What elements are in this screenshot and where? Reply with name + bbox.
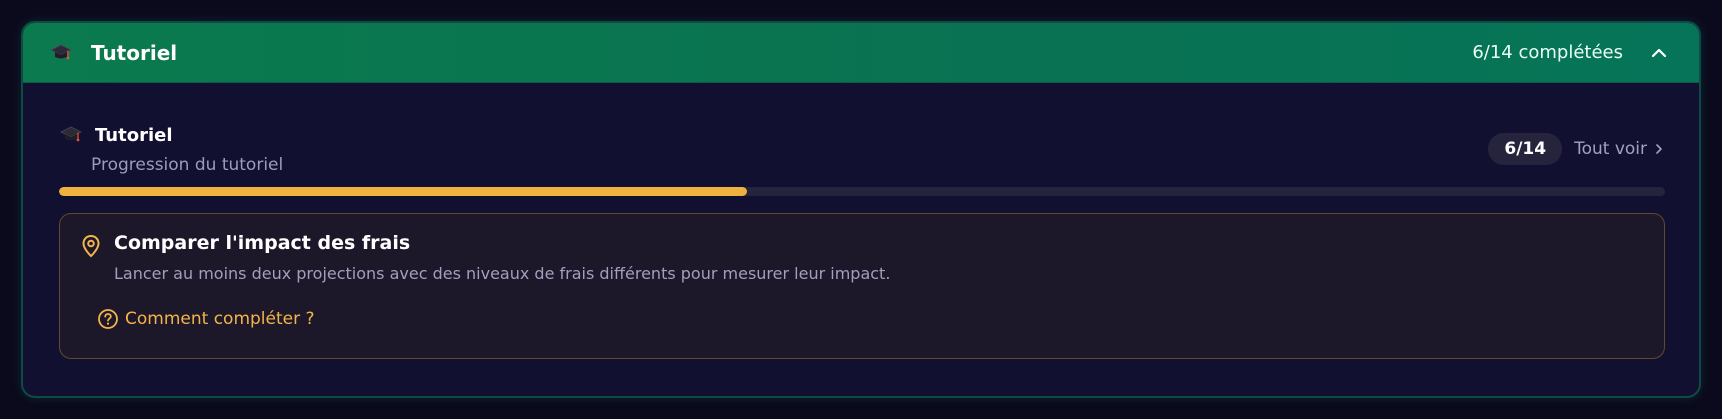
progress-bar [59,187,1665,196]
chevron-right-icon [1655,143,1663,155]
how-to-complete-label: Comment compléter ? [125,309,315,329]
chevron-up-icon[interactable] [1645,39,1673,67]
count-badge: 6/14 [1488,133,1563,165]
task-description: Lancer au moins deux projections avec de… [114,264,891,283]
graduation-cap-icon [59,123,83,147]
help-circle-icon [97,308,119,330]
how-to-complete-link[interactable]: Comment compléter ? [97,308,315,330]
tutorial-panel: Tutoriel 6/14 complétées Tutoriel Progre… [21,21,1701,398]
completed-count: 6/14 complétées [1472,42,1623,63]
panel-body: Tutoriel Progression du tutoriel 6/14 To… [23,83,1699,359]
section-subtitle: Progression du tutoriel [91,155,284,175]
graduation-cap-icon [49,41,73,65]
progress-fill [59,187,748,196]
header-title: Tutoriel [91,40,178,65]
see-all-label: Tout voir [1574,139,1647,159]
see-all-link[interactable]: Tout voir [1574,139,1663,159]
map-pin-icon [80,234,102,258]
section-title: Tutoriel [95,124,173,146]
task-card: Comparer l'impact des frais Lancer au mo… [59,213,1665,359]
section-header: Tutoriel Progression du tutoriel 6/14 To… [59,123,1663,181]
task-title: Comparer l'impact des frais [114,232,411,254]
panel-header[interactable]: Tutoriel 6/14 complétées [23,23,1699,83]
